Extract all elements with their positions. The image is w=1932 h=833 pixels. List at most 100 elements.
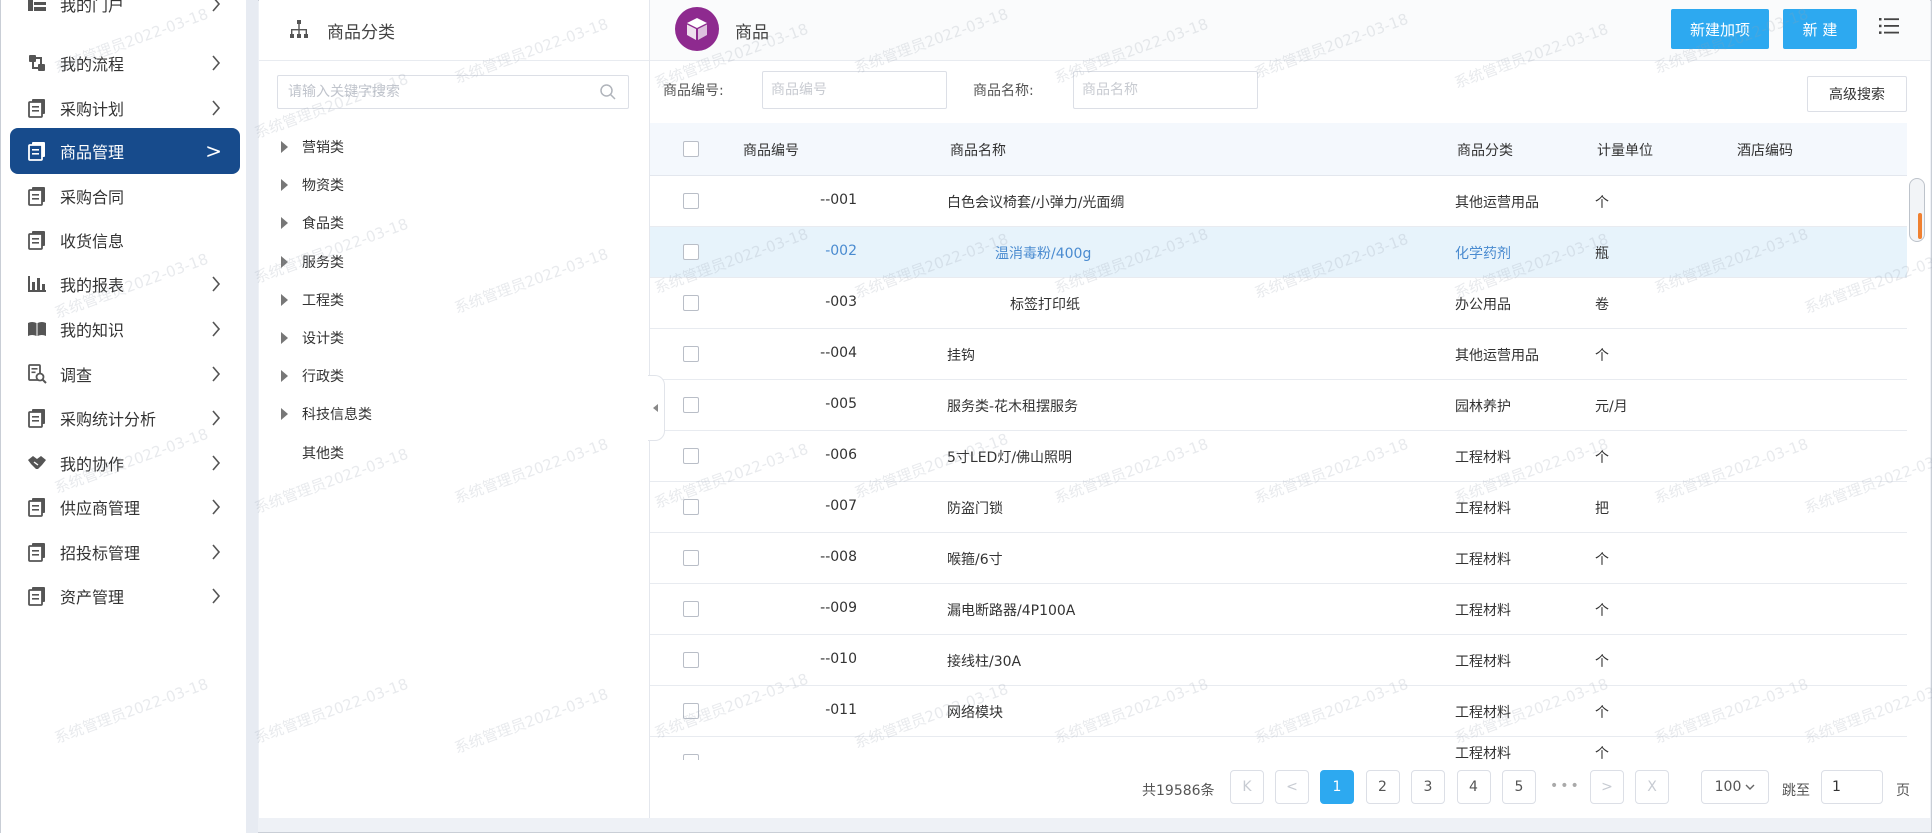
- sidebar-item-4[interactable]: 商品管理 >: [10, 128, 240, 174]
- name-filter-input[interactable]: [1073, 71, 1258, 109]
- cell-unit: 个: [1595, 348, 1609, 364]
- tree-node[interactable]: 科技信息类: [275, 402, 372, 426]
- cell-unit: 元/月: [1595, 399, 1628, 415]
- column-header-code[interactable]: 商品编号: [743, 140, 799, 160]
- category-search-input[interactable]: [278, 76, 598, 108]
- table-row[interactable]: --001 白色会议椅套/小弹力/光面绸 其他运营用品 个: [650, 176, 1907, 227]
- cell-name: 白色会议椅套/小弹力/光面绸: [947, 195, 1125, 211]
- select-all-checkbox[interactable]: [683, 141, 699, 157]
- sidebar-item-5[interactable]: 采购合同: [10, 173, 240, 219]
- column-header-name[interactable]: 商品名称: [950, 140, 1006, 160]
- row-checkbox[interactable]: [683, 448, 699, 464]
- sidebar-item-2[interactable]: 我的流程: [10, 40, 240, 86]
- portal-icon: [26, 0, 48, 15]
- table-row[interactable]: -006 5寸LED灯/佛山照明 工程材料 个: [650, 431, 1907, 482]
- code-filter-input[interactable]: [762, 71, 947, 109]
- column-header-hotel-code[interactable]: 酒店编码: [1737, 140, 1793, 160]
- sidebar-item-label: 商品管理: [60, 143, 125, 162]
- table-body: --001 白色会议椅套/小弹力/光面绸 其他运营用品个 -002 温消毒粉/400g 化…: [650, 176, 1907, 760]
- jump-page-input[interactable]: [1821, 770, 1883, 804]
- caret-right-icon[interactable]: [281, 293, 288, 306]
- tree-node[interactable]: 物资类: [275, 173, 344, 197]
- row-checkbox[interactable]: [683, 193, 699, 209]
- sidebar-item-6[interactable]: 收货信息: [10, 217, 240, 263]
- row-checkbox[interactable]: [683, 550, 699, 566]
- page-size-select[interactable]: 100: [1701, 770, 1769, 804]
- row-checkbox[interactable]: [683, 652, 699, 668]
- table-row[interactable]: -011 网络模块 工程材料 个: [650, 686, 1907, 737]
- table-row[interactable]: -003 标签打印纸 办公用品 卷: [650, 278, 1907, 329]
- category-search[interactable]: [277, 75, 629, 109]
- first-page-button[interactable]: K: [1230, 770, 1264, 804]
- caret-right-icon[interactable]: [281, 332, 288, 344]
- list-menu-icon[interactable]: [1877, 14, 1901, 38]
- tree-node-label: 营销类: [302, 140, 344, 156]
- advanced-search-button[interactable]: 高级搜索: [1807, 76, 1907, 112]
- table-row[interactable]: -007 防盗门锁 工程材料 把: [650, 482, 1907, 533]
- last-page-button[interactable]: X: [1635, 770, 1669, 804]
- tree-node-label: 工程类: [302, 292, 344, 309]
- page-button-1[interactable]: 1: [1320, 770, 1354, 804]
- sidebar-item-7[interactable]: 我的报表: [10, 261, 240, 307]
- table-row[interactable]: --009 漏电断路器/4P100A 工程材料 个: [650, 584, 1907, 635]
- table-scrollbar-track[interactable]: [1907, 175, 1930, 765]
- table-row[interactable]: --008 喉箍/6寸 工程材料 个: [650, 533, 1907, 584]
- row-checkbox[interactable]: [683, 244, 699, 260]
- row-checkbox[interactable]: [683, 295, 699, 311]
- page-button-3[interactable]: 3: [1411, 770, 1445, 804]
- table-scrollbar-thumb[interactable]: [1909, 178, 1925, 242]
- search-icon[interactable]: [598, 82, 618, 102]
- sidebar-item-label: 招投标管理: [60, 544, 141, 563]
- tree-node[interactable]: 营销类: [275, 135, 344, 159]
- prev-page-button[interactable]: <: [1275, 770, 1309, 804]
- table-row[interactable]: -002 温消毒粉/400g 化学药剂 瓶: [650, 227, 1907, 278]
- row-checkbox[interactable]: [683, 397, 699, 413]
- sidebar-item-10[interactable]: 采购统计分析: [10, 395, 240, 441]
- sidebar-item-12[interactable]: 供应商管理: [10, 484, 240, 530]
- row-checkbox[interactable]: [683, 601, 699, 617]
- sidebar-item-label: 收货信息: [60, 232, 125, 251]
- collapse-panel-toggle[interactable]: [648, 375, 665, 441]
- tree-node[interactable]: 行政类: [275, 364, 344, 388]
- row-checkbox[interactable]: [683, 499, 699, 515]
- sidebar-item-3[interactable]: 采购计划: [10, 85, 240, 131]
- tree-node[interactable]: 服务类: [275, 250, 344, 274]
- tree-node[interactable]: 设计类: [275, 326, 344, 350]
- row-checkbox[interactable]: [683, 346, 699, 362]
- table-row[interactable]: --004 挂钩 其他运营用品 个: [650, 329, 1907, 380]
- chevron-right-icon: [204, 584, 228, 608]
- next-page-button[interactable]: >: [1590, 770, 1624, 804]
- sidebar-item-8[interactable]: 我的知识: [10, 306, 240, 352]
- table-row[interactable]: --010 接线柱/30A 工程材料 个: [650, 635, 1907, 686]
- sidebar-item-9[interactable]: 调查: [10, 351, 240, 397]
- document-icon: [26, 541, 48, 563]
- sidebar-item-14[interactable]: 资产管理: [10, 573, 240, 619]
- sidebar-item-11[interactable]: 我的协作: [10, 440, 240, 486]
- chevron-right-icon: [204, 540, 228, 564]
- tree-node[interactable]: 食品类: [275, 211, 344, 235]
- row-checkbox[interactable]: [683, 703, 699, 719]
- row-checkbox[interactable]: [683, 754, 699, 760]
- page-button-5[interactable]: 5: [1502, 770, 1536, 804]
- pagination-ellipsis[interactable]: •••: [1550, 778, 1581, 794]
- column-header-unit[interactable]: 计量单位: [1597, 140, 1653, 160]
- tree-node[interactable]: 工程类: [275, 288, 344, 312]
- caret-right-icon[interactable]: [281, 141, 288, 153]
- page-button-2[interactable]: 2: [1365, 770, 1400, 804]
- column-header-category[interactable]: 商品分类: [1457, 140, 1513, 160]
- caret-right-icon[interactable]: [281, 370, 288, 383]
- cell-code: -006: [825, 447, 857, 463]
- sidebar-item-13[interactable]: 招投标管理: [10, 529, 240, 575]
- caret-right-icon[interactable]: [281, 179, 288, 192]
- new-button[interactable]: 新 建: [1783, 9, 1857, 49]
- caret-right-icon[interactable]: [281, 217, 288, 230]
- sidebar-item-1[interactable]: 我的门户: [10, 0, 240, 27]
- new-add-item-button[interactable]: 新建加项: [1671, 9, 1769, 49]
- tree-node[interactable]: 其他类: [275, 441, 344, 465]
- table-row[interactable]: 工程材料 个: [650, 737, 1907, 760]
- caret-right-icon[interactable]: [281, 255, 288, 268]
- page-button-4[interactable]: 4: [1456, 770, 1491, 804]
- caret-right-icon[interactable]: [281, 408, 288, 421]
- table-row[interactable]: -005 服务类-花木租摆服务 园林养护 元/月: [650, 380, 1907, 431]
- sidebar-item-label: 我的协作: [60, 455, 125, 474]
